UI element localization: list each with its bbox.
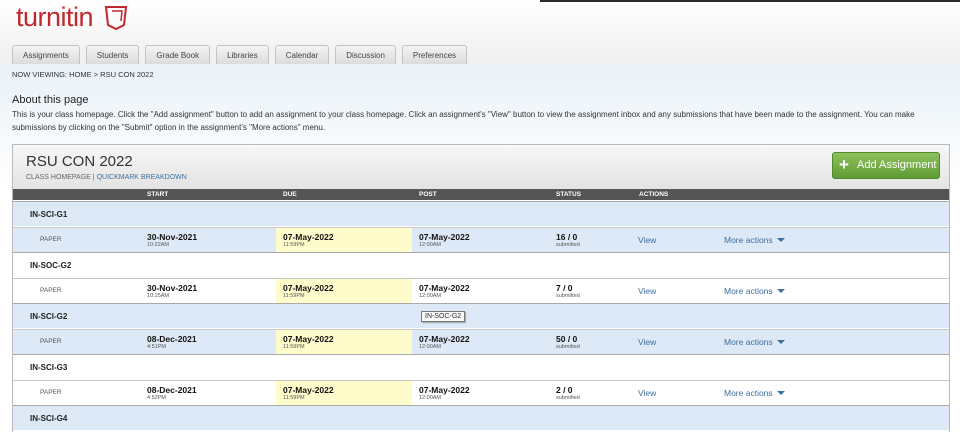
- class-homepage-link[interactable]: CLASS HOMEPAGE: [26, 174, 91, 181]
- breadcrumb-home-link[interactable]: HOME: [69, 70, 92, 79]
- section-header: IN-SCI-G2: [13, 303, 949, 328]
- start-date: 08-Dec-2021 4:52PM: [147, 385, 197, 401]
- class-links-separator: |: [92, 174, 95, 181]
- column-due: DUE: [283, 191, 297, 198]
- top-divider: [540, 0, 960, 2]
- about-description: This is your class homepage. Click the "…: [12, 110, 915, 132]
- due-date: 07-May-2022 11:59PM: [283, 283, 334, 299]
- add-assignment-label: Add Assignment: [857, 159, 937, 171]
- class-panel-header: RSU CON 2022 CLASS HOMEPAGE | QUICKMARK …: [13, 145, 949, 189]
- more-actions-menu[interactable]: More actions: [724, 388, 785, 398]
- view-button[interactable]: View: [638, 235, 656, 245]
- caret-down-icon: [776, 238, 785, 242]
- assignment-row: PAPER 08-Dec-2021 4:52PM 07-May-2022 11:59…: [13, 380, 949, 405]
- logo-mark-icon: [104, 6, 128, 31]
- breadcrumb: NOW VIEWING: HOME > RSU CON 2022: [12, 70, 154, 79]
- due-date: 07-May-2022 11:59PM: [283, 334, 334, 350]
- tab-grade-book[interactable]: Grade Book: [145, 45, 211, 64]
- tooltip: IN-SOC-G2: [421, 311, 466, 322]
- post-date: 07-May-2022 12:00AM: [419, 385, 470, 401]
- nav-tabs: Assignments Students Grade Book Librarie…: [12, 45, 468, 64]
- view-button[interactable]: View: [638, 388, 656, 398]
- post-date: 07-May-2022 12:00AM: [419, 334, 470, 350]
- view-button[interactable]: View: [638, 337, 656, 347]
- breadcrumb-separator: >: [93, 70, 99, 79]
- tab-calendar[interactable]: Calendar: [274, 45, 330, 64]
- quickmark-breakdown-link[interactable]: QUICKMARK BREAKDOWN: [97, 174, 187, 181]
- tab-assignments[interactable]: Assignments: [12, 45, 80, 64]
- section-header: IN-SOC-G2: [13, 252, 949, 277]
- assignment-type: PAPER: [40, 236, 62, 243]
- column-status: STATUS: [556, 191, 582, 198]
- submission-status: 2 / 0 submitted: [556, 385, 580, 401]
- post-date: 07-May-2022 12:00AM: [419, 283, 470, 299]
- class-title: RSU CON 2022: [26, 153, 133, 170]
- class-links: CLASS HOMEPAGE | QUICKMARK BREAKDOWN: [26, 174, 187, 181]
- caret-down-icon: [776, 391, 785, 395]
- tab-discussion[interactable]: Discussion: [335, 45, 396, 64]
- breadcrumb-prefix: NOW VIEWING:: [12, 70, 67, 79]
- assignment-type: PAPER: [40, 389, 62, 396]
- more-actions-menu[interactable]: More actions: [724, 286, 785, 296]
- assignment-row: PAPER 30-Nov-2021 10:25AM 07-May-2022 11:5…: [13, 278, 949, 303]
- due-date: 07-May-2022 11:59PM: [283, 232, 334, 248]
- submission-status: 50 / 0 submitted: [556, 334, 580, 350]
- due-date: 07-May-2022 11:59PM: [283, 385, 334, 401]
- assignment-type: PAPER: [40, 338, 62, 345]
- start-date: 08-Dec-2021 4:51PM: [147, 334, 197, 350]
- more-actions-menu[interactable]: More actions: [724, 337, 785, 347]
- tab-preferences[interactable]: Preferences: [401, 45, 468, 64]
- submission-status: 7 / 0 submitted: [556, 283, 580, 299]
- assignment-row: PAPER 08-Dec-2021 4:51PM 07-May-2022 11:59…: [13, 329, 949, 354]
- more-actions-menu[interactable]: More actions: [724, 235, 785, 245]
- assignment-row: PAPER 30-Nov-2021 10:22AM 07-May-2022 11:5…: [13, 227, 949, 252]
- section-header: IN-SCI-G4: [13, 405, 949, 430]
- assignment-type: PAPER: [40, 287, 62, 294]
- submission-status: 16 / 0 submitted: [556, 232, 580, 248]
- column-actions: ACTIONS: [639, 191, 669, 198]
- caret-down-icon: [776, 340, 785, 344]
- turnitin-logo[interactable]: turnitin: [16, 2, 94, 33]
- class-panel: RSU CON 2022 CLASS HOMEPAGE | QUICKMARK …: [12, 144, 950, 432]
- start-date: 30-Nov-2021 10:25AM: [147, 283, 198, 299]
- add-assignment-button[interactable]: + Add Assignment: [832, 152, 940, 179]
- breadcrumb-current: RSU CON 2022: [100, 70, 154, 79]
- tab-libraries[interactable]: Libraries: [216, 45, 269, 64]
- column-start: START: [147, 191, 169, 198]
- section-header: IN-SCI-G3: [13, 354, 949, 379]
- column-header-row: START DUE POST STATUS ACTIONS: [13, 189, 949, 200]
- start-date: 30-Nov-2021 10:22AM: [147, 232, 198, 248]
- plus-icon: +: [839, 155, 849, 174]
- tab-students[interactable]: Students: [85, 45, 140, 64]
- about-title: About this page: [12, 94, 89, 106]
- section-header: IN-SCI-G1: [13, 201, 949, 226]
- column-post: POST: [419, 191, 437, 198]
- post-date: 07-May-2022 12:00AM: [419, 232, 470, 248]
- caret-down-icon: [776, 289, 785, 293]
- view-button[interactable]: View: [638, 286, 656, 296]
